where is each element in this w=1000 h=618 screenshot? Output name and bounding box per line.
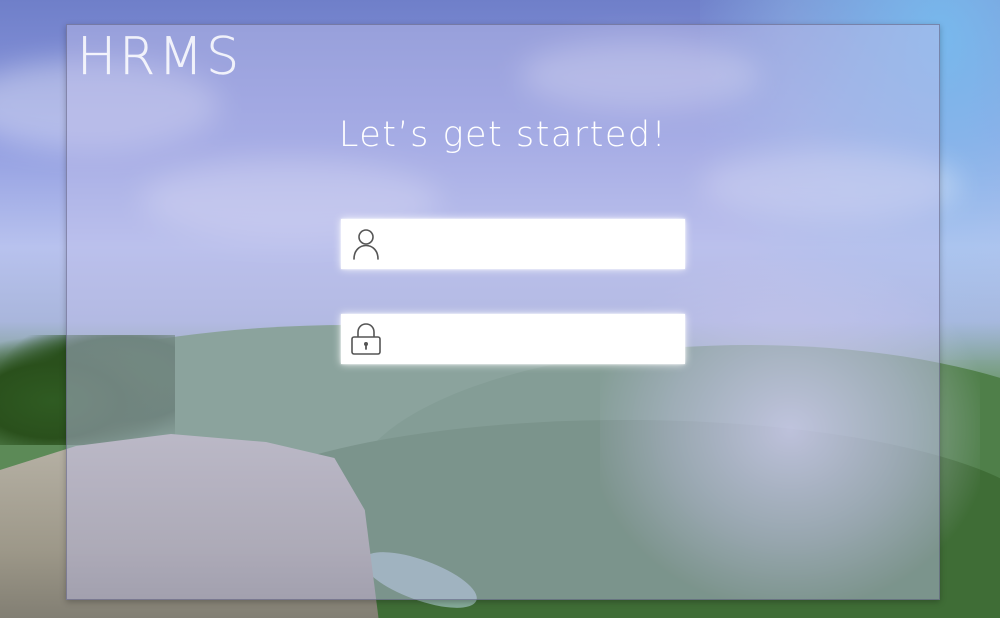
username-input[interactable]	[391, 221, 685, 267]
user-icon	[341, 219, 391, 269]
lock-icon	[341, 314, 391, 364]
login-panel: HRMS Let’s get started!	[66, 24, 940, 600]
brand-logo-text: HRMS	[77, 27, 243, 88]
password-field[interactable]	[341, 314, 685, 364]
page-title: Let’s get started!	[338, 115, 668, 155]
username-field[interactable]	[341, 219, 685, 269]
password-input[interactable]	[391, 316, 685, 362]
